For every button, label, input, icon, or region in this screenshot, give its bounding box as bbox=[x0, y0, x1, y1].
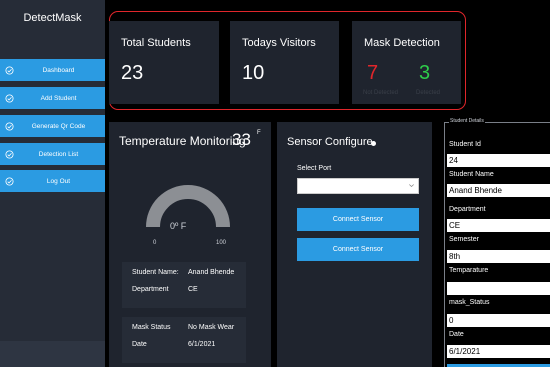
sidebar-item-label: Generate Qr Code bbox=[31, 122, 86, 130]
date-field-label: Date bbox=[449, 331, 464, 338]
todays-visitors-card: Todays Visitors 10 bbox=[230, 21, 339, 104]
sidebar-item-label: Detection List bbox=[38, 150, 79, 158]
app-title: DetectMask bbox=[23, 12, 82, 24]
todays-visitors-value: 10 bbox=[242, 62, 265, 84]
check-circle-icon bbox=[0, 65, 18, 75]
date-field[interactable] bbox=[447, 345, 550, 358]
student-name-field[interactable] bbox=[447, 184, 550, 197]
mask-status-field[interactable] bbox=[447, 314, 550, 327]
semester-field-label: Semester bbox=[449, 236, 479, 243]
student-name-label: Student Name: bbox=[132, 269, 179, 276]
select-port-label: Select Port bbox=[297, 165, 332, 172]
total-students-card: Total Students 23 bbox=[109, 21, 219, 104]
mask-status-field-label: mask_Status bbox=[449, 299, 490, 306]
temperature-field-label: Temparature bbox=[449, 267, 489, 274]
student-id-label: Student Id bbox=[449, 141, 481, 148]
detected-label: Detected bbox=[416, 90, 441, 96]
sidebar-item-generate-qr-code[interactable]: Generate Qr Code bbox=[0, 115, 105, 137]
port-select[interactable] bbox=[297, 178, 419, 194]
gauge-max-label: 100 bbox=[216, 240, 227, 246]
detected-count: 3 bbox=[419, 62, 431, 84]
sidebar-item-label: Add Student bbox=[40, 94, 77, 102]
connect-sensor-button-secondary[interactable]: Connect Sensor bbox=[297, 238, 419, 261]
not-detected-count: 7 bbox=[367, 62, 379, 84]
temperature-panel: Temperature Monitoring 33 F 0 100 0º F S… bbox=[109, 122, 271, 367]
gauge-reading: 0º F bbox=[170, 221, 187, 231]
total-students-value: 23 bbox=[121, 62, 144, 84]
check-circle-icon bbox=[0, 93, 18, 103]
gauge-min-label: 0 bbox=[153, 240, 157, 246]
mask-status-value: No Mask Wear bbox=[188, 324, 235, 331]
temperature-value: 33 bbox=[232, 130, 251, 149]
student-name-value: Anand Bhende bbox=[188, 269, 235, 276]
temperature-unit: F bbox=[257, 130, 261, 136]
student-details-legend: Student Details bbox=[449, 118, 485, 124]
sensor-panel: Sensor Configure Select Port Connect Sen… bbox=[277, 122, 432, 367]
student-name-field-label: Student Name bbox=[449, 171, 494, 178]
sidebar: DetectMask Dashboard Add Student Generat… bbox=[0, 0, 105, 367]
sidebar-item-label: Dashboard bbox=[42, 66, 75, 74]
mask-detection-title: Mask Detection bbox=[364, 37, 440, 49]
sidebar-item-label: Log Out bbox=[46, 177, 71, 185]
department-field-label: Department bbox=[449, 206, 486, 213]
mask-detection-card: Mask Detection 7 3 Not Detected Detected bbox=[352, 21, 461, 104]
department-field[interactable] bbox=[447, 219, 550, 232]
department-label: Department bbox=[132, 286, 169, 293]
semester-field[interactable] bbox=[447, 250, 550, 263]
sidebar-item-log-out[interactable]: Log Out bbox=[0, 170, 105, 192]
check-circle-icon bbox=[0, 176, 18, 186]
chevron-down-icon bbox=[409, 184, 414, 188]
temperature-field[interactable] bbox=[447, 282, 550, 295]
temperature-title: Temperature Monitoring bbox=[119, 134, 246, 148]
department-value: CE bbox=[188, 286, 198, 293]
not-detected-label: Not Detected bbox=[363, 90, 399, 96]
sidebar-item-detection-list[interactable]: Detection List bbox=[0, 143, 105, 165]
sensor-title: Sensor Configure bbox=[287, 136, 373, 148]
date-value: 6/1/2021 bbox=[188, 341, 216, 348]
mask-status-label: Mask Status bbox=[132, 324, 171, 331]
temperature-gauge bbox=[146, 185, 230, 228]
date-label: Date bbox=[132, 341, 147, 348]
mask-info-box: Mask Status No Mask Wear Date 6/1/2021 bbox=[122, 317, 246, 363]
check-circle-icon bbox=[0, 149, 18, 159]
sensor-status-dot bbox=[371, 141, 376, 146]
student-id-field[interactable] bbox=[447, 154, 550, 167]
check-circle-icon bbox=[0, 121, 18, 131]
total-students-title: Total Students bbox=[121, 37, 191, 49]
connect-sensor-button[interactable]: Connect Sensor bbox=[297, 208, 419, 231]
todays-visitors-title: Todays Visitors bbox=[242, 37, 316, 49]
student-info-box: Student Name: Anand Bhende Department CE bbox=[122, 262, 246, 308]
sidebar-item-add-student[interactable]: Add Student bbox=[0, 87, 105, 109]
sidebar-footer bbox=[0, 341, 105, 367]
sidebar-item-dashboard[interactable]: Dashboard bbox=[0, 59, 105, 81]
